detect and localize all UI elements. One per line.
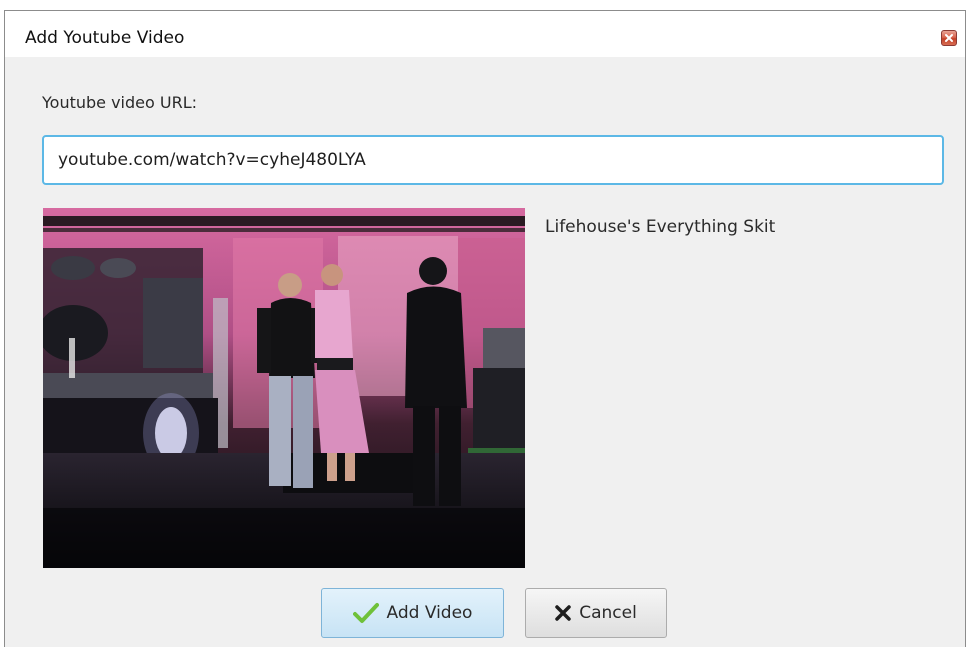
video-title: Lifehouse's Everything Skit xyxy=(545,217,776,237)
x-icon xyxy=(555,605,571,621)
cancel-label: Cancel xyxy=(579,603,637,623)
dialog-body: Youtube video URL: youtube.com/watch?v=c… xyxy=(5,57,965,647)
close-button[interactable] xyxy=(941,30,957,46)
dialog-title: Add Youtube Video xyxy=(25,28,185,48)
checkmark-icon xyxy=(352,602,379,624)
close-icon xyxy=(945,34,953,42)
title-bar: Add Youtube Video xyxy=(5,11,965,57)
video-thumbnail xyxy=(43,208,525,568)
add-video-label: Add Video xyxy=(386,603,473,623)
add-video-button[interactable]: Add Video xyxy=(321,588,504,638)
url-input[interactable] xyxy=(42,135,944,185)
add-video-dialog: Add Youtube Video Youtube video URL: you… xyxy=(4,10,966,647)
cancel-button[interactable]: Cancel xyxy=(525,588,667,638)
url-label: Youtube video URL: xyxy=(42,93,197,112)
